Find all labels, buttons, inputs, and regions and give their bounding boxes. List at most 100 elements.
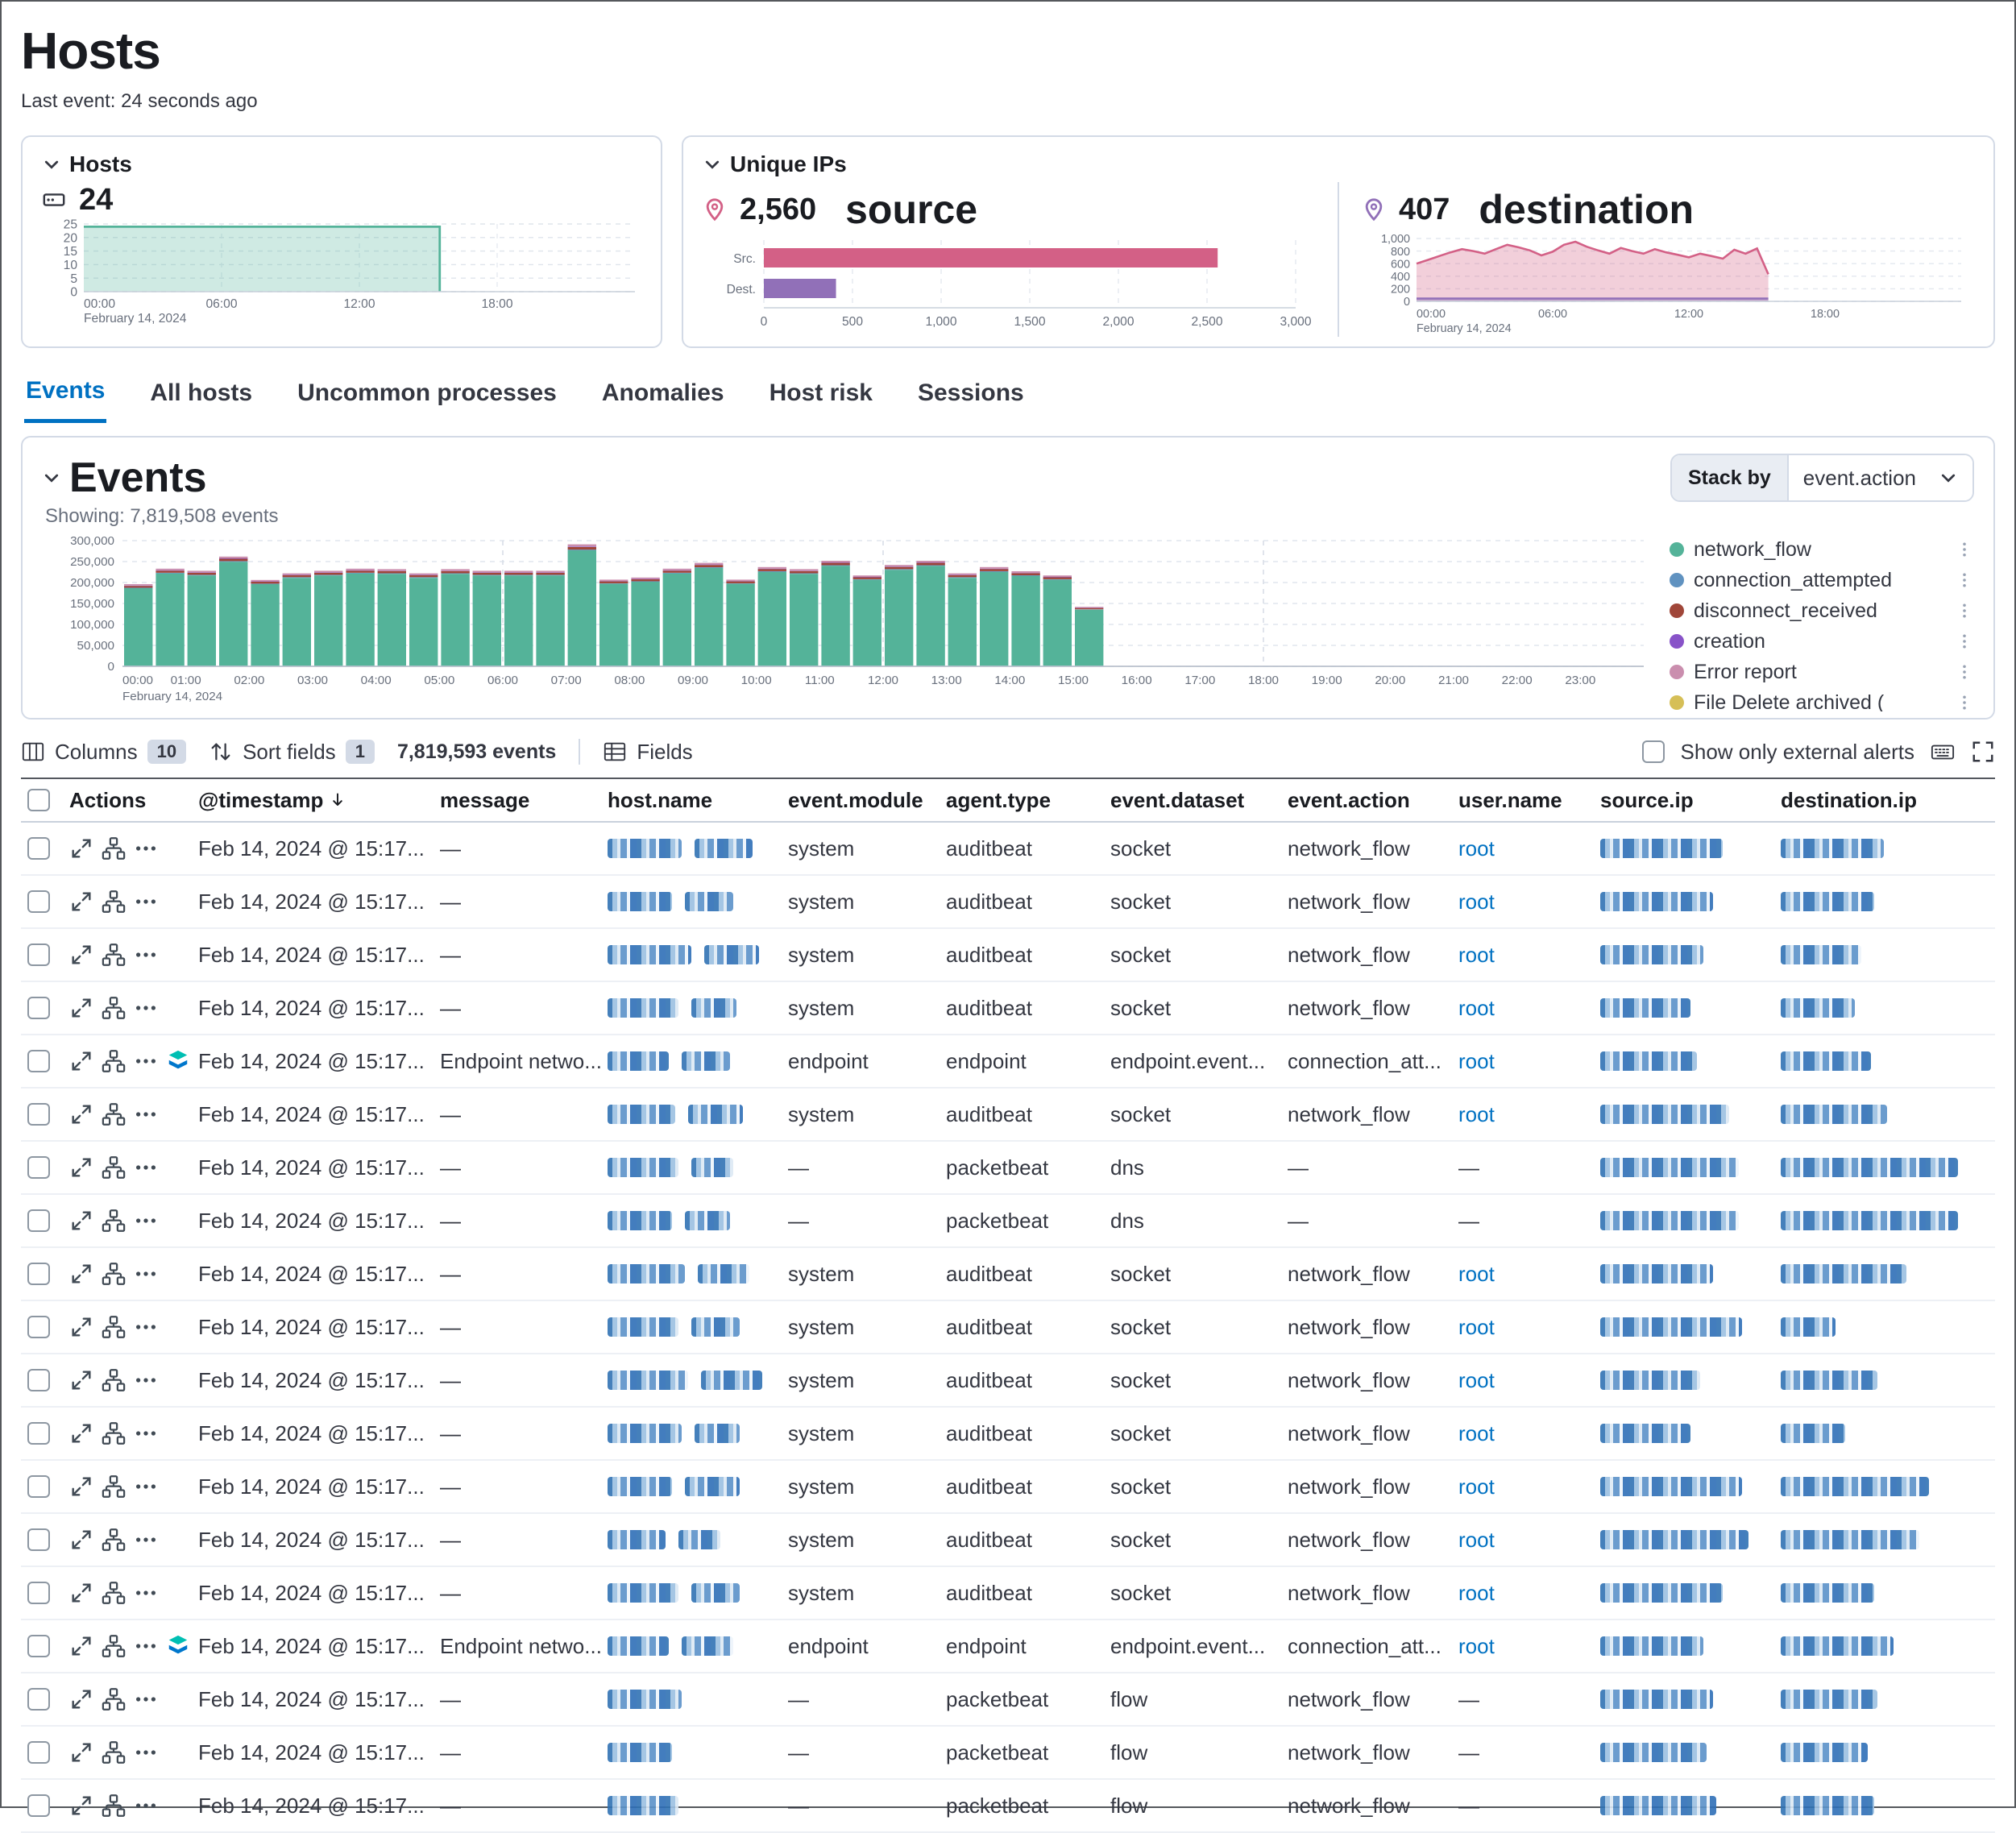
- tab-host-risk[interactable]: Host risk: [768, 371, 874, 423]
- expand-event-icon[interactable]: [69, 1528, 93, 1552]
- host-name-cell[interactable]: [608, 945, 788, 964]
- redacted-value[interactable]: [1781, 839, 1884, 858]
- event-action-cell[interactable]: network_flow: [1288, 996, 1458, 1021]
- expand-event-icon[interactable]: [69, 1634, 93, 1658]
- timestamp-cell[interactable]: Feb 14, 2024 @ 15:17...: [198, 890, 440, 914]
- row-checkbox[interactable]: [27, 1475, 50, 1498]
- redacted-value[interactable]: [608, 1424, 682, 1443]
- analyze-event-icon[interactable]: [102, 1368, 126, 1392]
- hosts-area-chart[interactable]: 252015105000:0006:0012:0018:00February 1…: [42, 218, 641, 327]
- columns-button[interactable]: Columns 10: [21, 740, 186, 765]
- redacted-value[interactable]: [1781, 1477, 1929, 1496]
- event-dataset-cell[interactable]: socket: [1110, 1102, 1288, 1127]
- timestamp-cell[interactable]: Feb 14, 2024 @ 15:17...: [198, 836, 440, 861]
- analyze-event-icon[interactable]: [102, 1102, 126, 1126]
- destination-ip-cell[interactable]: [1781, 1371, 1995, 1390]
- row-checkbox[interactable]: [27, 1794, 50, 1817]
- expand-event-icon[interactable]: [69, 836, 93, 861]
- redacted-value[interactable]: [1600, 839, 1723, 858]
- user-name-link[interactable]: root: [1458, 1634, 1495, 1659]
- analyze-event-icon[interactable]: [102, 1049, 126, 1073]
- redacted-value[interactable]: [1600, 1317, 1742, 1337]
- event-action-cell[interactable]: connection_att...: [1288, 1634, 1458, 1659]
- user-name-link[interactable]: root: [1458, 1049, 1495, 1074]
- agent-type-cell[interactable]: auditbeat: [946, 1368, 1110, 1393]
- redacted-value[interactable]: [1600, 1636, 1703, 1656]
- row-more-actions-icon[interactable]: [134, 1315, 158, 1339]
- row-checkbox[interactable]: [27, 1422, 50, 1445]
- redacted-value[interactable]: [608, 1317, 678, 1337]
- destination-ip-cell[interactable]: [1781, 892, 1995, 911]
- column-header-destination-ip[interactable]: destination.ip: [1781, 788, 1995, 813]
- source-ip-cell[interactable]: [1600, 1796, 1781, 1815]
- redacted-value[interactable]: [608, 892, 672, 911]
- destination-ip-cell[interactable]: [1781, 839, 1995, 858]
- row-more-actions-icon[interactable]: [134, 1474, 158, 1499]
- destination-ip-cell[interactable]: [1781, 998, 1995, 1018]
- source-ip-cell[interactable]: [1600, 1158, 1781, 1177]
- stack-by-select[interactable]: event.action: [1787, 455, 1972, 500]
- timestamp-cell[interactable]: Feb 14, 2024 @ 15:17...: [198, 1102, 440, 1127]
- legend-item-network_flow[interactable]: network_flow: [1670, 534, 1974, 565]
- legend-item-disconnect_received[interactable]: disconnect_received: [1670, 595, 1974, 626]
- row-more-actions-icon[interactable]: [134, 1102, 158, 1126]
- redacted-value[interactable]: [608, 1371, 688, 1390]
- redacted-value[interactable]: [608, 839, 682, 858]
- agent-type-cell[interactable]: auditbeat: [946, 996, 1110, 1021]
- event-action-cell[interactable]: network_flow: [1288, 1474, 1458, 1499]
- agent-type-cell[interactable]: auditbeat: [946, 1581, 1110, 1606]
- legend-item-errorreport[interactable]: Error report: [1670, 657, 1974, 687]
- analyze-event-icon[interactable]: [102, 996, 126, 1020]
- row-checkbox[interactable]: [27, 837, 50, 860]
- agent-type-cell[interactable]: packetbeat: [946, 1794, 1110, 1818]
- event-dataset-cell[interactable]: flow: [1110, 1740, 1288, 1765]
- timestamp-cell[interactable]: Feb 14, 2024 @ 15:17...: [198, 1209, 440, 1234]
- timestamp-cell[interactable]: Feb 14, 2024 @ 15:17...: [198, 943, 440, 968]
- event-action-cell[interactable]: network_flow: [1288, 1687, 1458, 1712]
- event-module-cell[interactable]: —: [788, 1794, 946, 1818]
- destination-ip-cell[interactable]: [1781, 1583, 1995, 1603]
- user-name-link[interactable]: root: [1458, 1262, 1495, 1287]
- analyze-event-icon[interactable]: [102, 836, 126, 861]
- redacted-value[interactable]: [1781, 1105, 1887, 1124]
- analyze-event-icon[interactable]: [102, 1528, 126, 1552]
- legend-item-filedeletearchived[interactable]: File Delete archived (: [1670, 687, 1974, 711]
- analyze-event-icon[interactable]: [102, 1687, 126, 1711]
- row-more-actions-icon[interactable]: [134, 996, 158, 1020]
- events-stacked-bar-chart[interactable]: 300,000250,000200,000150,000100,00050,00…: [42, 534, 1660, 715]
- expand-event-icon[interactable]: [69, 1209, 93, 1233]
- source-ip-cell[interactable]: [1600, 1636, 1781, 1656]
- expand-event-icon[interactable]: [69, 1102, 93, 1126]
- redacted-value[interactable]: [698, 1264, 749, 1284]
- analyze-event-icon[interactable]: [102, 1474, 126, 1499]
- destination-ip-cell[interactable]: [1781, 1636, 1995, 1656]
- row-checkbox[interactable]: [27, 1741, 50, 1764]
- row-checkbox[interactable]: [27, 890, 50, 913]
- tab-anomalies[interactable]: Anomalies: [600, 371, 726, 423]
- row-checkbox[interactable]: [27, 1582, 50, 1604]
- row-more-actions-icon[interactable]: [134, 1368, 158, 1392]
- row-checkbox[interactable]: [27, 1050, 50, 1072]
- timestamp-cell[interactable]: Feb 14, 2024 @ 15:17...: [198, 1049, 440, 1074]
- destination-ip-cell[interactable]: [1781, 1796, 1995, 1815]
- timestamp-cell[interactable]: Feb 14, 2024 @ 15:17...: [198, 1368, 440, 1393]
- destination-ip-cell[interactable]: [1781, 1264, 1995, 1284]
- row-more-actions-icon[interactable]: [134, 1740, 158, 1765]
- destination-ip-cell[interactable]: [1781, 945, 1995, 964]
- row-more-actions-icon[interactable]: [134, 1049, 158, 1073]
- agent-type-cell[interactable]: endpoint: [946, 1634, 1110, 1659]
- redacted-value[interactable]: [1781, 1636, 1894, 1656]
- timestamp-cell[interactable]: Feb 14, 2024 @ 15:17...: [198, 1155, 440, 1180]
- source-ip-cell[interactable]: [1600, 1105, 1781, 1124]
- column-header-agent-type[interactable]: agent.type: [946, 788, 1110, 813]
- event-dataset-cell[interactable]: dns: [1110, 1155, 1288, 1180]
- agent-type-cell[interactable]: packetbeat: [946, 1687, 1110, 1712]
- event-action-cell[interactable]: —: [1288, 1155, 1458, 1180]
- agent-type-cell[interactable]: auditbeat: [946, 1421, 1110, 1446]
- redacted-value[interactable]: [1781, 1051, 1871, 1071]
- unique-ips-area-chart[interactable]: 1,000800600400200000:0006:0012:0018:00Fe…: [1362, 234, 1974, 337]
- event-action-cell[interactable]: network_flow: [1288, 943, 1458, 968]
- tab-all-hosts[interactable]: All hosts: [148, 371, 254, 423]
- column-header-event-module[interactable]: event.module: [788, 788, 946, 813]
- redacted-value[interactable]: [1781, 1796, 1874, 1815]
